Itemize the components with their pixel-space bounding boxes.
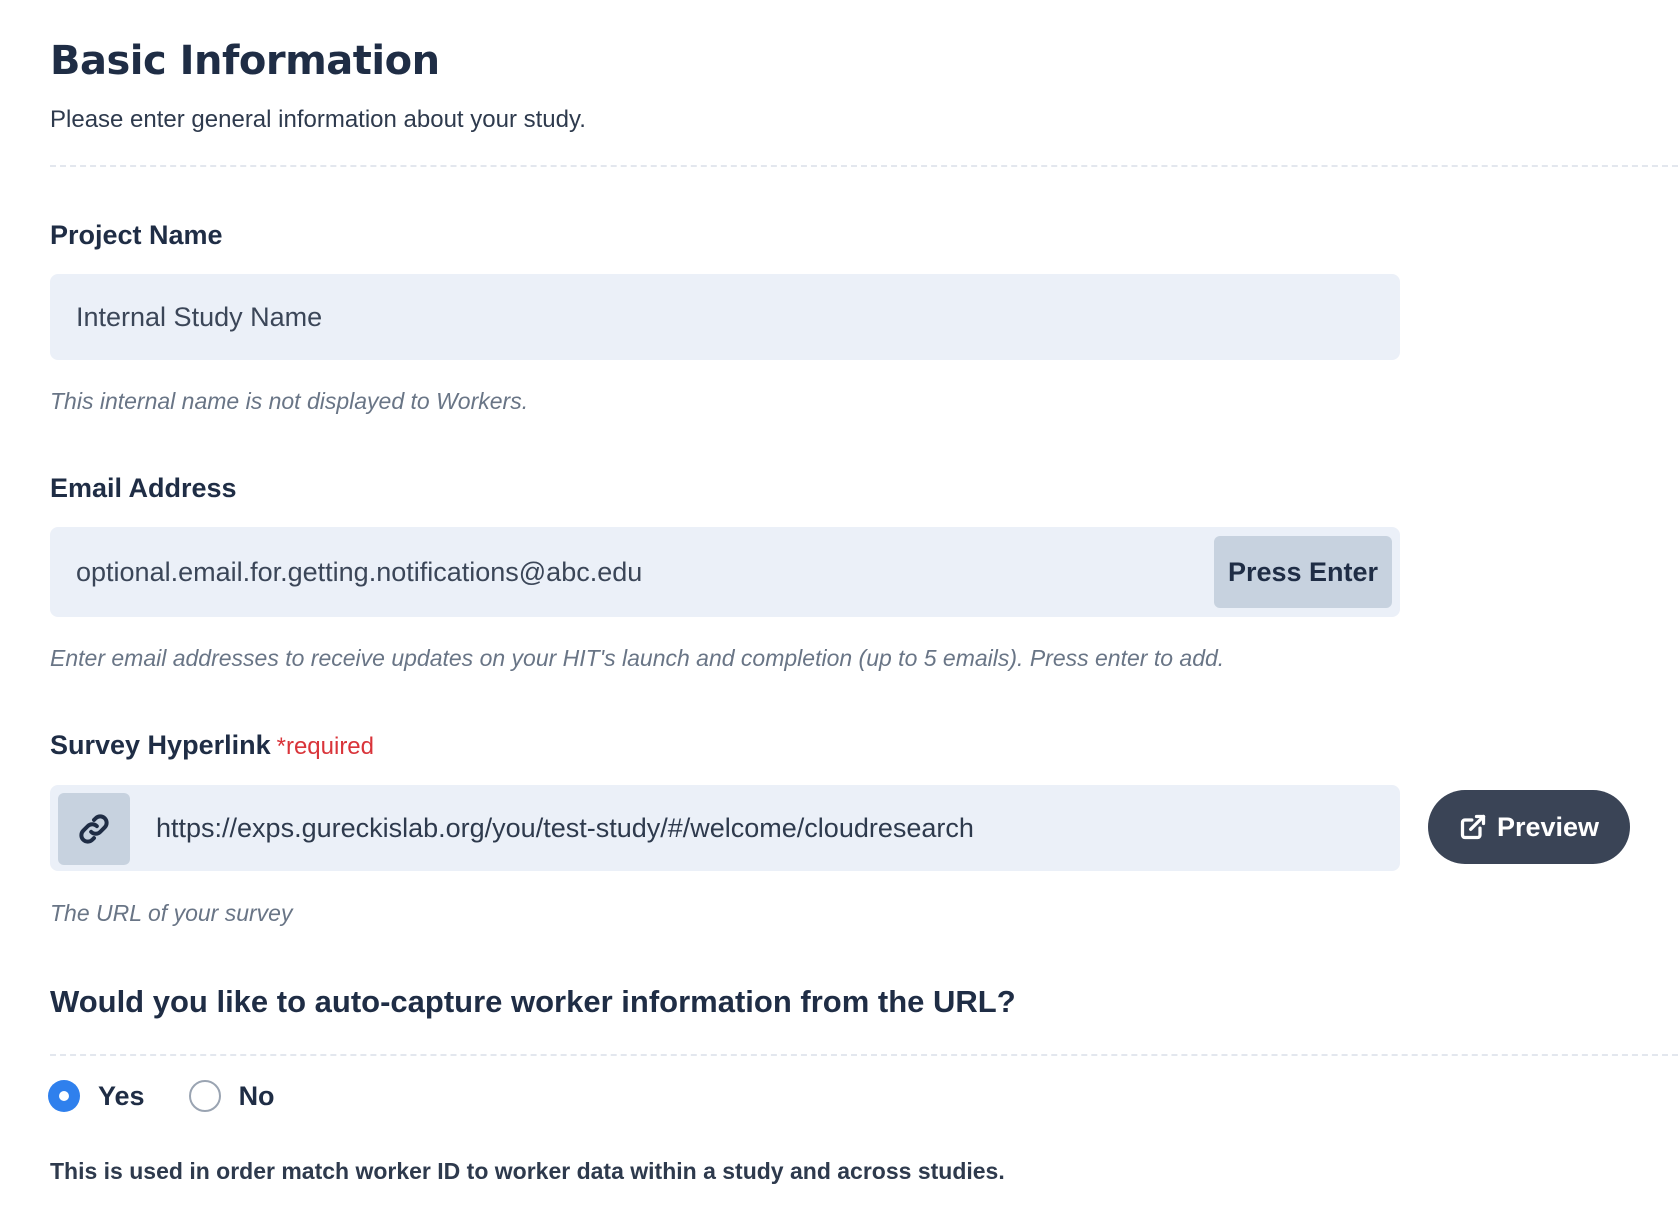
email-label: Email Address [50,473,237,503]
external-link-icon [1460,814,1486,840]
link-icon [79,814,109,844]
preview-button[interactable]: Preview [1428,790,1630,864]
project-name-input[interactable] [76,274,1376,360]
email-input[interactable] [76,527,1176,617]
survey-hyperlink-input[interactable] [156,785,1376,871]
section-description: Please enter general information about y… [50,106,586,133]
email-help: Enter email addresses to receive updates… [50,645,1225,671]
section-title: Basic Information [50,38,440,84]
radio-option-yes[interactable]: Yes [48,1080,145,1112]
press-enter-button[interactable]: Press Enter [1214,536,1392,608]
radio-yes-label: Yes [98,1080,145,1111]
radio-yes-checked[interactable] [48,1080,80,1112]
radio-no-unchecked[interactable] [188,1080,221,1112]
required-indicator: *required [276,733,375,760]
preview-button-label: Preview [1496,811,1600,842]
project-name-help: This internal name is not displayed to W… [50,388,529,414]
autocapture-radio-group: Yes No [48,1080,321,1112]
question-divider [50,1054,1678,1056]
project-name-input-wrapper [50,274,1400,360]
project-name-label: Project Name [50,220,223,250]
survey-hyperlink-label-text: Survey Hyperlink [50,730,271,760]
autocapture-question: Would you like to auto-capture worker in… [50,984,1016,1019]
radio-option-no[interactable]: No [188,1080,275,1112]
email-input-wrapper: Press Enter [50,527,1400,617]
autocapture-note: This is used in order match worker ID to… [50,1158,1005,1184]
survey-hyperlink-input-wrapper [50,785,1400,871]
link-addon [58,793,130,865]
radio-no-label: No [238,1080,275,1111]
section-divider [50,165,1678,167]
survey-hyperlink-help: The URL of your survey [50,900,293,926]
survey-hyperlink-label: Survey Hyperlink *required [50,730,374,761]
